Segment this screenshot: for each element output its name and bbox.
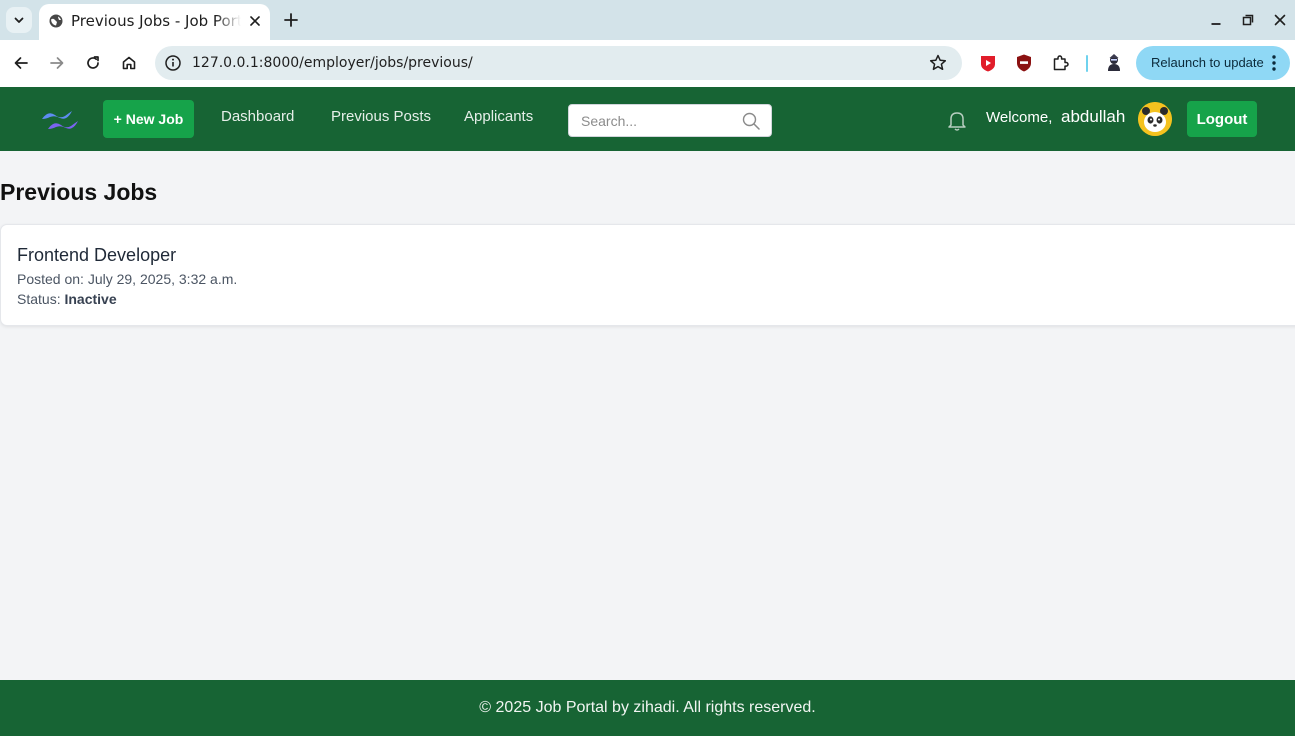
relaunch-label: Relaunch to update <box>1151 55 1264 70</box>
url-text[interactable]: 127.0.0.1:8000/employer/jobs/previous/ <box>192 54 473 72</box>
nav-link-dashboard[interactable]: Dashboard <box>221 108 294 126</box>
relaunch-update-button[interactable]: Relaunch to update <box>1136 46 1290 80</box>
tailwind-logo-icon[interactable] <box>40 107 80 133</box>
site-info-icon[interactable] <box>164 54 182 72</box>
search-icon[interactable] <box>741 111 761 131</box>
page-title: Previous Jobs <box>0 179 158 205</box>
job-title[interactable]: Frontend Developer <box>17 244 176 266</box>
tab-close-icon[interactable] <box>246 12 264 30</box>
logout-button[interactable]: Logout <box>1187 101 1257 137</box>
avatar[interactable] <box>1138 102 1172 136</box>
shield-extension-icon[interactable] <box>1013 52 1035 74</box>
job-status: Status: Inactive <box>17 290 117 308</box>
home-icon[interactable] <box>117 51 141 75</box>
close-window-icon[interactable] <box>1270 10 1290 30</box>
globe-icon <box>49 14 63 28</box>
search-input[interactable] <box>570 106 735 135</box>
nav-link-applicants[interactable]: Applicants <box>464 108 533 126</box>
job-status-value: Inactive <box>64 291 117 307</box>
search-box <box>568 104 772 137</box>
toolbar-divider <box>1086 55 1088 72</box>
site-navbar: + New Job Dashboard Previous Posts Appli… <box>0 87 1295 151</box>
welcome-label: Welcome, <box>986 109 1053 126</box>
tab-title: Previous Jobs - Job Portal <box>71 12 241 30</box>
new-tab-plus-icon[interactable] <box>280 9 302 31</box>
new-job-button[interactable]: + New Job <box>103 100 194 138</box>
browser-toolbar: 127.0.0.1:8000/employer/jobs/previous/ R… <box>0 40 1295 87</box>
nav-link-previous-posts[interactable]: Previous Posts <box>331 108 431 126</box>
restore-icon[interactable] <box>1238 10 1258 30</box>
site-footer: © 2025 Job Portal by zihadi. All rights … <box>0 680 1295 736</box>
forward-arrow-icon[interactable] <box>45 51 69 75</box>
profile-icon[interactable] <box>1103 52 1125 74</box>
video-extension-icon[interactable] <box>977 52 999 74</box>
chevron-down-icon <box>14 17 24 23</box>
job-card[interactable]: Frontend Developer Posted on: July 29, 2… <box>0 224 1295 326</box>
browser-tabstrip: Previous Jobs - Job Portal <box>0 0 1295 40</box>
notification-bell-icon[interactable] <box>946 108 968 132</box>
minimize-icon[interactable] <box>1206 10 1226 30</box>
username: abdullah <box>1061 107 1126 126</box>
extensions-puzzle-icon[interactable] <box>1050 52 1072 74</box>
job-posted-date: Posted on: July 29, 2025, 3:32 a.m. <box>17 271 238 287</box>
footer-copyright: © 2025 Job Portal by zihadi. All rights … <box>479 699 816 716</box>
more-vertical-icon <box>1272 55 1276 71</box>
job-status-label: Status: <box>17 291 61 307</box>
reload-icon[interactable] <box>81 51 105 75</box>
back-arrow-icon[interactable] <box>9 51 33 75</box>
bookmark-star-icon[interactable] <box>928 53 948 73</box>
panda-avatar-icon <box>1138 102 1172 136</box>
browser-tab-active[interactable]: Previous Jobs - Job Portal <box>39 4 270 40</box>
address-bar[interactable]: 127.0.0.1:8000/employer/jobs/previous/ <box>155 46 962 80</box>
tab-search-button[interactable] <box>6 7 32 33</box>
